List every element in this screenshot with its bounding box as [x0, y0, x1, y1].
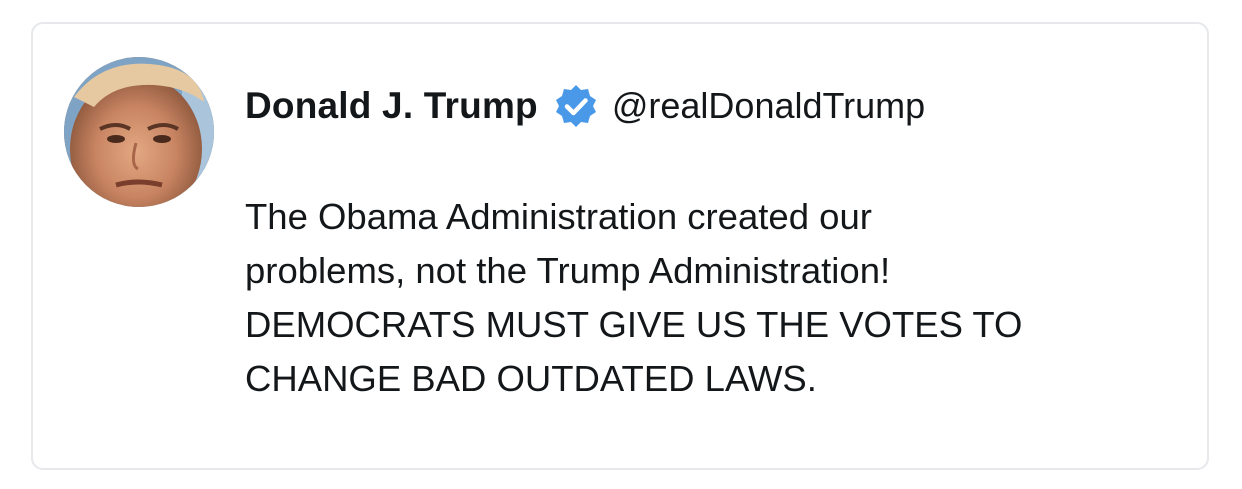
author-handle[interactable]: @realDonaldTrump	[612, 85, 925, 127]
tweet-text-line: problems, not the Trump Administration!	[245, 250, 891, 291]
tweet-text-line: CHANGE BAD OUTDATED LAWS.	[245, 358, 817, 399]
avatar[interactable]	[64, 57, 214, 207]
tweet-text-line: DEMOCRATS MUST GIVE US THE VOTES TO	[245, 304, 1023, 345]
author-display-name[interactable]: Donald J. Trump	[245, 85, 538, 127]
tweet-text: The Obama Administration created our pro…	[245, 190, 1145, 406]
verified-badge-icon	[552, 82, 600, 130]
tweet-header: Donald J. Trump @realDonaldTrump	[245, 82, 925, 130]
tweet-card: Donald J. Trump @realDonaldTrump The Oba…	[31, 22, 1209, 470]
avatar-image	[64, 57, 214, 207]
tweet-text-line: The Obama Administration created our	[245, 196, 872, 237]
